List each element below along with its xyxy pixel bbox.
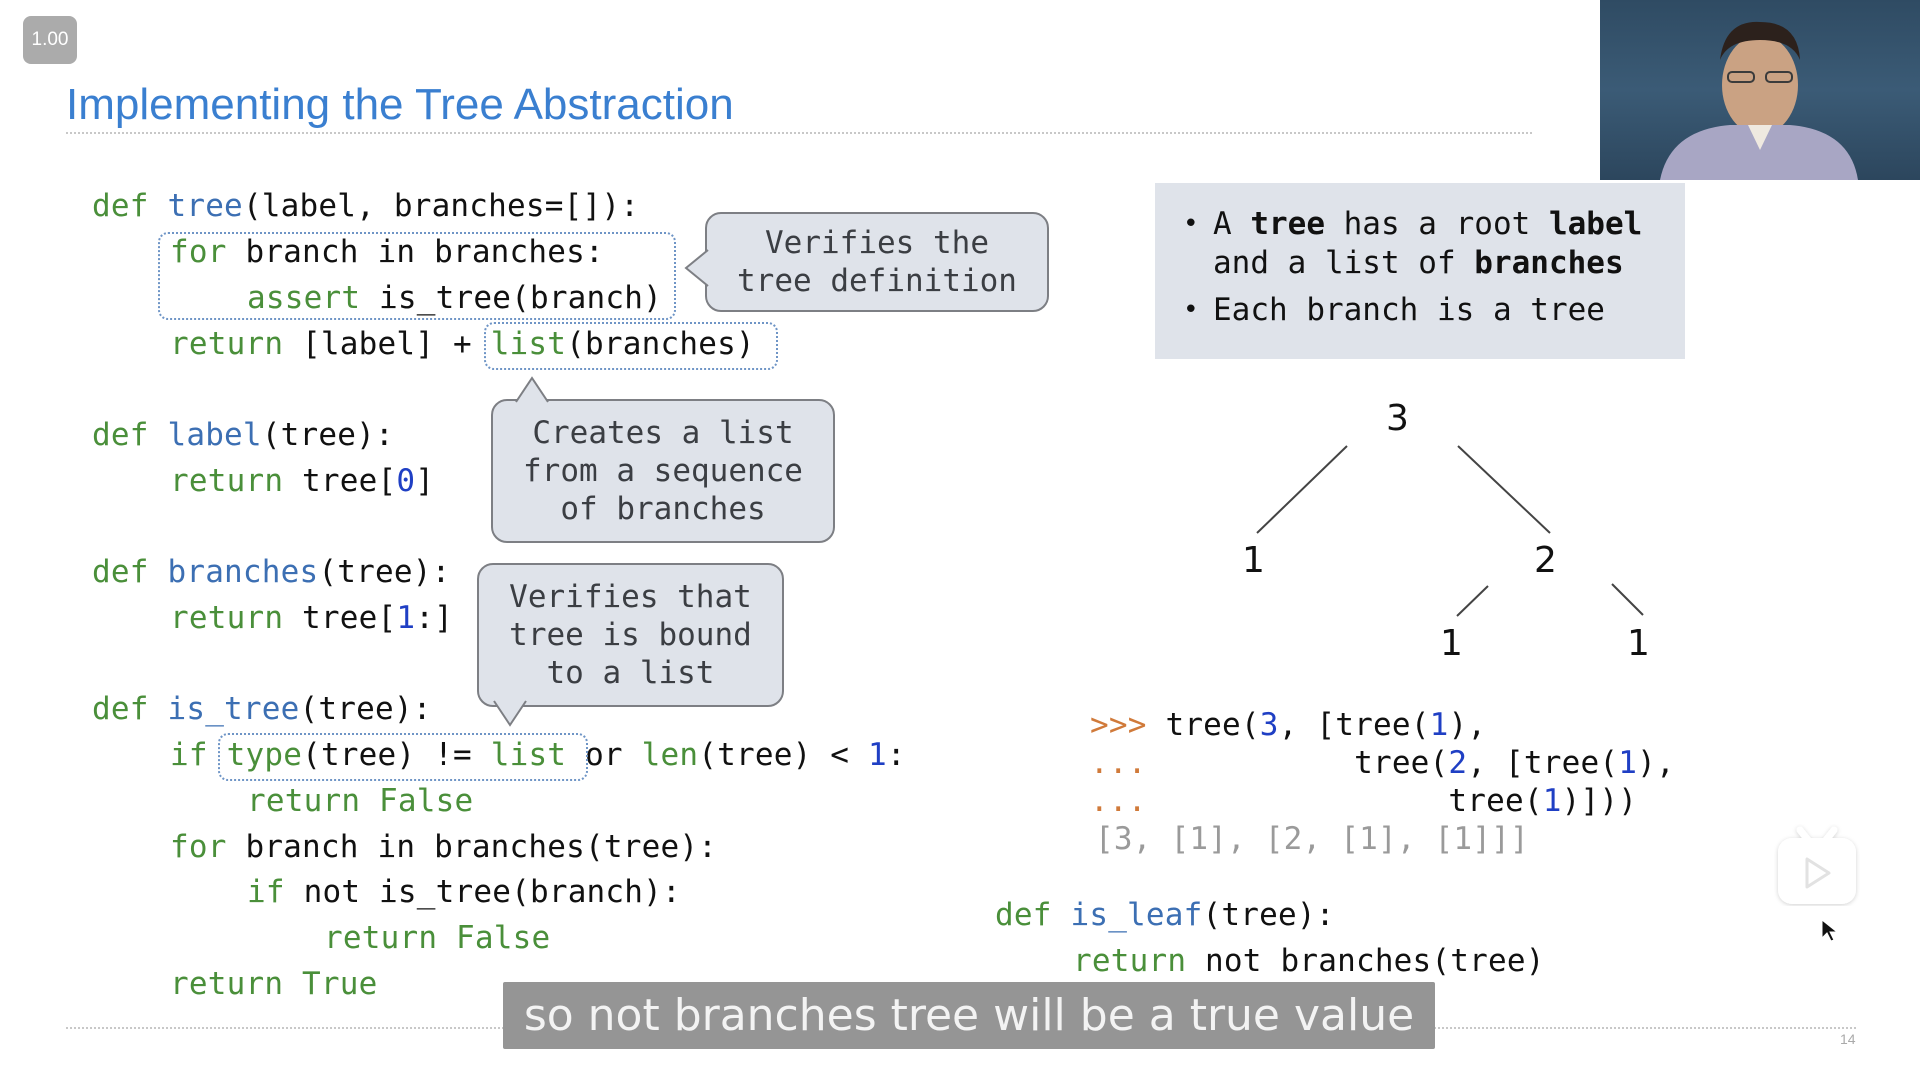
repl-prompt: >>> [1090, 707, 1147, 743]
repl-line: ... tree(2, [tree(1), [1090, 745, 1675, 781]
code-text: :] [415, 600, 453, 636]
function-signature: (tree): [299, 691, 432, 727]
function-name: is_leaf [1070, 897, 1203, 933]
code-line: return False [324, 920, 551, 956]
function-name: is_tree [167, 691, 300, 727]
function-signature: (tree): [318, 554, 451, 590]
callout-pointer [515, 376, 549, 403]
edge-2-1b [1611, 583, 1644, 616]
callout-pointer [684, 249, 709, 287]
code-line: return True [170, 966, 378, 1002]
number-literal: 1 [396, 600, 416, 636]
code-branches-def: def branches(tree): [92, 550, 450, 596]
keyword-return: return [170, 463, 284, 499]
code-text: not branches(tree) [1186, 943, 1545, 979]
code-text: tree[ [283, 463, 397, 499]
code-text: [label] + [283, 326, 491, 362]
highlight-for-loop [158, 232, 676, 320]
callout-verifies-list: Verifies that tree is bound to a list [477, 563, 784, 707]
keyword-def: def [995, 897, 1052, 933]
function-signature: (label, branches=[]): [242, 188, 640, 224]
code-text: : [886, 737, 906, 773]
tv-play-icon[interactable] [1774, 824, 1860, 906]
code-label-def: def label(tree): [92, 413, 394, 459]
code-text: ] [415, 463, 435, 499]
code-text: not is_tree(branch): [284, 874, 681, 910]
code-line: return tree[0] [170, 459, 434, 505]
repl-line: >>> tree(3, [tree(1), [1090, 707, 1487, 743]
title-divider [66, 132, 1532, 134]
presenter-video [1660, 21, 1858, 180]
bullet-item: Each branch is a tree [1183, 291, 1685, 330]
highlight-list-call [484, 322, 778, 370]
code-line: return False [247, 783, 474, 819]
keyword-def: def [92, 188, 149, 224]
builtin-len: len [641, 737, 699, 773]
keyword-or: or [585, 737, 642, 773]
repl-continuation: ... [1090, 783, 1147, 819]
code-text: (tree) < [698, 737, 869, 773]
keyword-return: return [1073, 943, 1187, 979]
tree-node-right-left: 1 [1440, 623, 1463, 664]
mouse-pointer-icon [1821, 918, 1839, 942]
repl-output: [3, [1], [2, [1], [1]]] [1095, 821, 1529, 857]
callout-creates-list: Creates a list from a sequence of branch… [491, 399, 835, 543]
code-text: branch in branches(tree): [226, 829, 718, 865]
function-signature: (tree): [1202, 897, 1335, 933]
edge-2-1a [1456, 585, 1489, 617]
edge-3-1 [1256, 445, 1348, 534]
repl-continuation: ... [1090, 745, 1147, 781]
keyword-if: if [170, 737, 208, 773]
code-line: return tree[1:] [170, 596, 453, 642]
highlight-type-check [218, 733, 588, 781]
edge-3-2 [1457, 445, 1551, 534]
keyword-def: def [92, 554, 149, 590]
keyword-def: def [92, 691, 149, 727]
function-name: branches [167, 554, 319, 590]
tree-node-left: 1 [1242, 540, 1265, 581]
number-literal: 1 [868, 737, 887, 773]
presenter-webcam [1600, 0, 1920, 180]
code-line: if not is_tree(branch): [247, 870, 681, 916]
tree-node-right-right: 1 [1627, 623, 1650, 664]
keyword-return: return [170, 600, 284, 636]
code-is-tree-def: def is_tree(tree): [92, 687, 432, 733]
function-name: label [167, 417, 262, 453]
number-literal: 0 [396, 463, 416, 499]
video-subtitle: so not branches tree will be a true valu… [503, 982, 1435, 1049]
code-line: return not branches(tree) [1073, 939, 1545, 985]
function-name: tree [167, 188, 243, 224]
keyword-for: for [170, 829, 227, 865]
tree-node-right: 2 [1534, 540, 1557, 581]
slide-title: Implementing the Tree Abstraction [66, 80, 734, 129]
code-is-leaf-def: def is_leaf(tree): [995, 893, 1335, 939]
keyword-if: if [247, 874, 285, 910]
callout-verifies-definition: Verifies the tree definition [705, 212, 1049, 312]
code-line: for branch in branches(tree): [170, 825, 717, 871]
callout-pointer [493, 700, 527, 727]
code-tree-def: def tree(label, branches=[]): [92, 184, 639, 230]
repl-line: ... tree(1)])) [1090, 783, 1638, 819]
playback-speed-badge[interactable]: 1.00 [23, 16, 77, 64]
keyword-def: def [92, 417, 149, 453]
bullet-item: A tree has a root labeland a list of bra… [1183, 205, 1685, 283]
tree-node-root: 3 [1386, 398, 1409, 439]
keyword-return: return [170, 326, 284, 362]
tree-definition-box: A tree has a root labeland a list of bra… [1155, 183, 1685, 359]
slide-page-number: 14 [1840, 1031, 1856, 1047]
code-text: tree[ [283, 600, 397, 636]
function-signature: (tree): [261, 417, 394, 453]
